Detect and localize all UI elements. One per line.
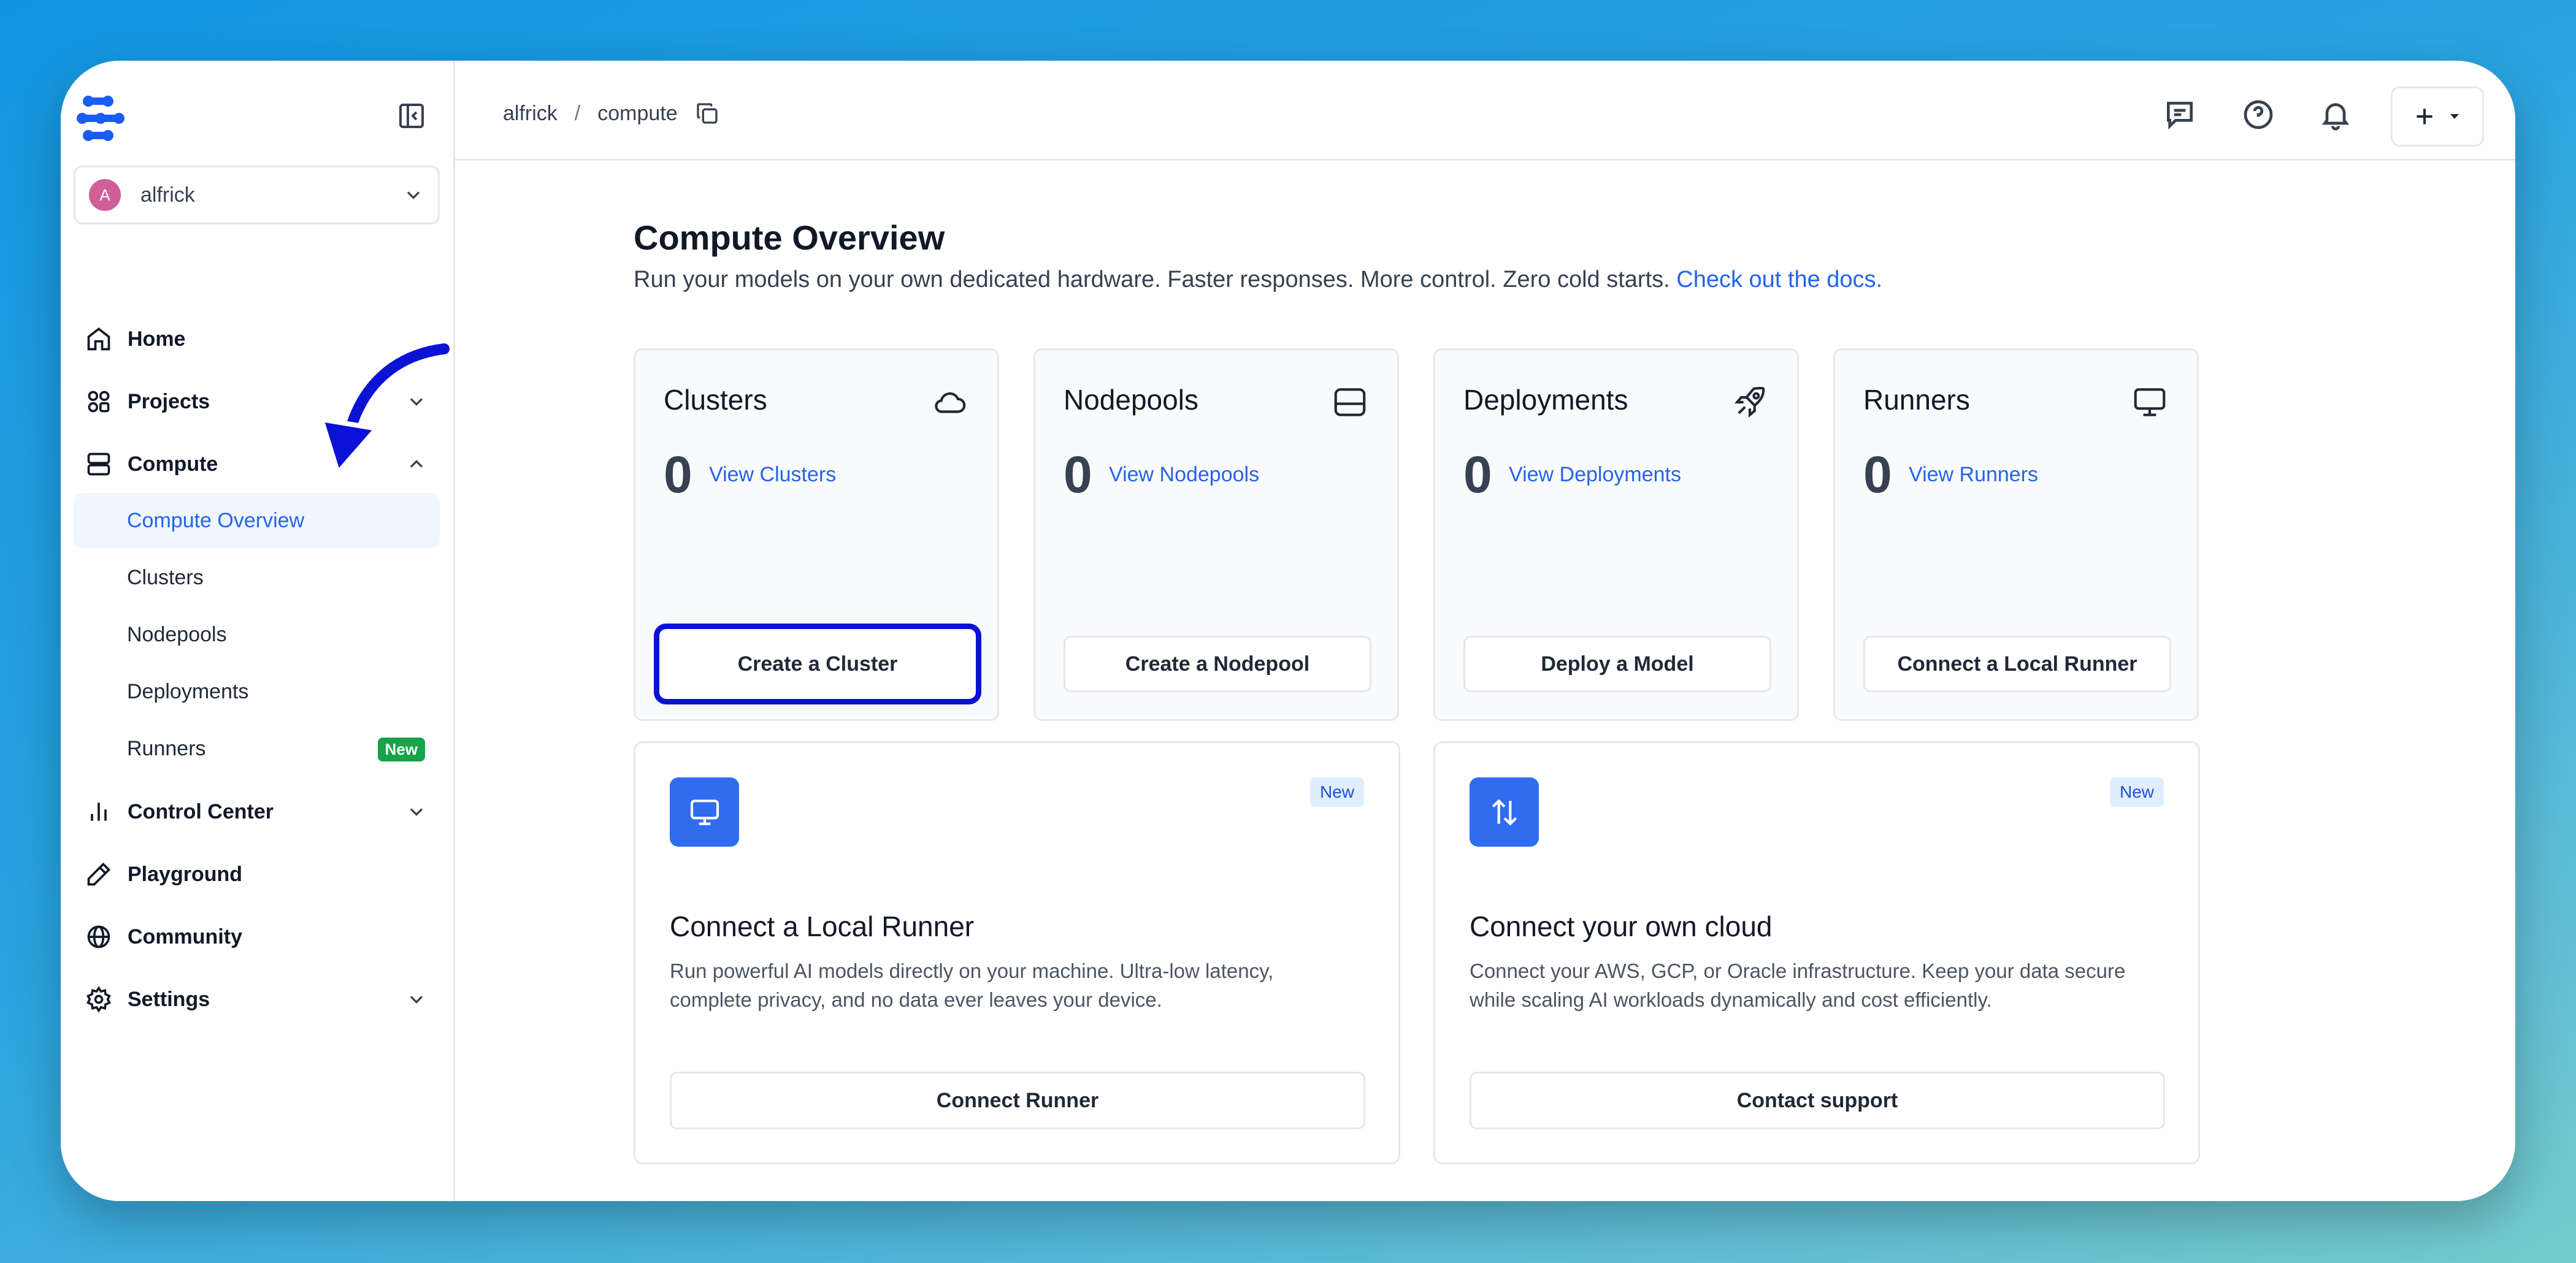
promo-description: Run powerful AI models directly on your …	[670, 960, 1274, 1011]
sidebar-item-label: Control Center	[128, 799, 274, 823]
nodepools-count: 0	[1064, 446, 1092, 503]
view-deployments-link[interactable]: View Deployments	[1509, 463, 1681, 487]
cloud-icon	[935, 392, 966, 413]
breadcrumb-separator: /	[574, 101, 581, 125]
promo-description: Connect your AWS, GCP, or Oracle infrast…	[1470, 960, 2126, 1011]
create-cluster-button[interactable]: Create a Cluster	[654, 624, 981, 704]
arrows-up-down-icon	[1492, 798, 1517, 826]
sidebar-item-control-center[interactable]: Control Center	[85, 793, 441, 830]
sidebar-item-label: Community	[128, 925, 242, 948]
deployments-card: Deployments 0 View Deployments Deploy a …	[1433, 348, 1799, 721]
help-icon[interactable]	[2241, 97, 2275, 132]
caret-down-icon	[2450, 114, 2459, 119]
clusters-count: 0	[664, 446, 692, 503]
runners-count: 0	[1863, 446, 1892, 503]
pencil-icon	[87, 862, 111, 886]
main-content: Compute Overview Run your models on your…	[455, 161, 2515, 1201]
bar-chart-icon	[91, 803, 107, 821]
sidebar-item-label: Settings	[128, 987, 210, 1011]
monitor-icon	[690, 799, 719, 825]
runners-card: Runners 0 View Runners Connect a Local R…	[1833, 348, 2199, 721]
sidebar-item-clusters[interactable]: Clusters	[74, 550, 440, 605]
gear-icon	[86, 986, 111, 1013]
chevron-down-icon	[410, 808, 423, 816]
card-title: Nodepools	[1064, 384, 1198, 416]
local-runner-promo-card: New Connect a Local Runner Run powerful …	[634, 741, 1400, 1164]
org-selector[interactable]: A alfrick	[74, 166, 440, 224]
card-title: Deployments	[1463, 384, 1628, 416]
card-title: Clusters	[664, 384, 767, 416]
chevron-down-icon	[407, 191, 420, 199]
annotation-arrow-icon	[319, 340, 453, 475]
docs-link[interactable]: Check out the docs.	[1676, 267, 1882, 292]
chevron-down-icon	[410, 996, 423, 1004]
sidebar-item-community[interactable]: Community	[85, 918, 441, 955]
own-cloud-promo-card: New Connect your own cloud Connect your …	[1433, 741, 2200, 1164]
sidebar: A alfrick Home Projects Compute Compute …	[61, 61, 455, 1201]
card-title: Runners	[1863, 384, 1970, 416]
message-icon[interactable]	[2163, 97, 2197, 132]
deploy-model-button[interactable]: Deploy a Model	[1463, 636, 1771, 692]
grid-icon	[88, 391, 110, 413]
view-nodepools-link[interactable]: View Nodepools	[1109, 463, 1259, 487]
sidebar-item-deployments[interactable]: Deployments	[74, 664, 440, 719]
promo-title: Connect a Local Runner	[670, 910, 975, 942]
server-icon	[87, 452, 110, 476]
new-badge: New	[1309, 777, 1364, 807]
org-avatar: A	[89, 179, 121, 211]
view-runners-link[interactable]: View Runners	[1909, 463, 2038, 487]
create-new-button[interactable]	[2391, 86, 2484, 147]
connect-local-runner-button[interactable]: Connect a Local Runner	[1863, 636, 2171, 692]
contact-support-button[interactable]: Contact support	[1470, 1072, 2165, 1129]
new-badge: New	[2109, 777, 2164, 807]
page-subtitle: Run your models on your own dedicated ha…	[634, 267, 1882, 293]
connect-runner-button[interactable]: Connect Runner	[670, 1072, 1365, 1129]
page-subtitle-text: Run your models on your own dedicated ha…	[634, 267, 1670, 292]
create-nodepool-button[interactable]: Create a Nodepool	[1064, 636, 1371, 692]
promo-icon-tile	[670, 777, 739, 847]
bell-icon[interactable]	[2318, 97, 2353, 132]
breadcrumb-org-link[interactable]: alfrick	[503, 102, 558, 126]
org-name: alfrick	[140, 183, 195, 207]
promo-icon-tile	[1470, 777, 1539, 847]
breadcrumb-current-page: compute	[597, 101, 678, 125]
hard-drive-icon	[1334, 388, 1366, 416]
app-window: A alfrick Home Projects Compute Compute …	[61, 61, 2515, 1201]
topbar: alfrick / compute A	[455, 61, 2515, 161]
promo-title: Connect your own cloud	[1470, 910, 1773, 942]
view-clusters-link[interactable]: View Clusters	[709, 463, 836, 487]
sidebar-collapse-icon[interactable]	[397, 101, 426, 131]
plus-icon	[2417, 109, 2432, 124]
clarifai-logo-icon[interactable]	[76, 94, 126, 143]
breadcrumb: alfrick / compute	[503, 101, 719, 126]
copy-icon[interactable]	[695, 101, 719, 126]
monitor-icon	[2134, 388, 2166, 416]
rocket-icon	[1734, 387, 1765, 418]
globe-icon	[87, 925, 110, 948]
deployments-count: 0	[1463, 446, 1492, 503]
sidebar-item-playground[interactable]: Playground	[85, 856, 441, 893]
page-title: Compute Overview	[634, 218, 945, 257]
nodepools-card: Nodepools 0 View Nodepools Create a Node…	[1033, 348, 1399, 721]
clusters-card: Clusters 0 View Clusters Create a Cluste…	[634, 348, 999, 721]
home-icon	[87, 327, 110, 351]
sidebar-item-settings[interactable]: Settings	[85, 981, 441, 1018]
sidebar-item-label: Playground	[128, 862, 243, 886]
sidebar-item-control-center-spacer	[85, 731, 441, 768]
sidebar-item-nodepools[interactable]: Nodepools	[74, 607, 440, 662]
